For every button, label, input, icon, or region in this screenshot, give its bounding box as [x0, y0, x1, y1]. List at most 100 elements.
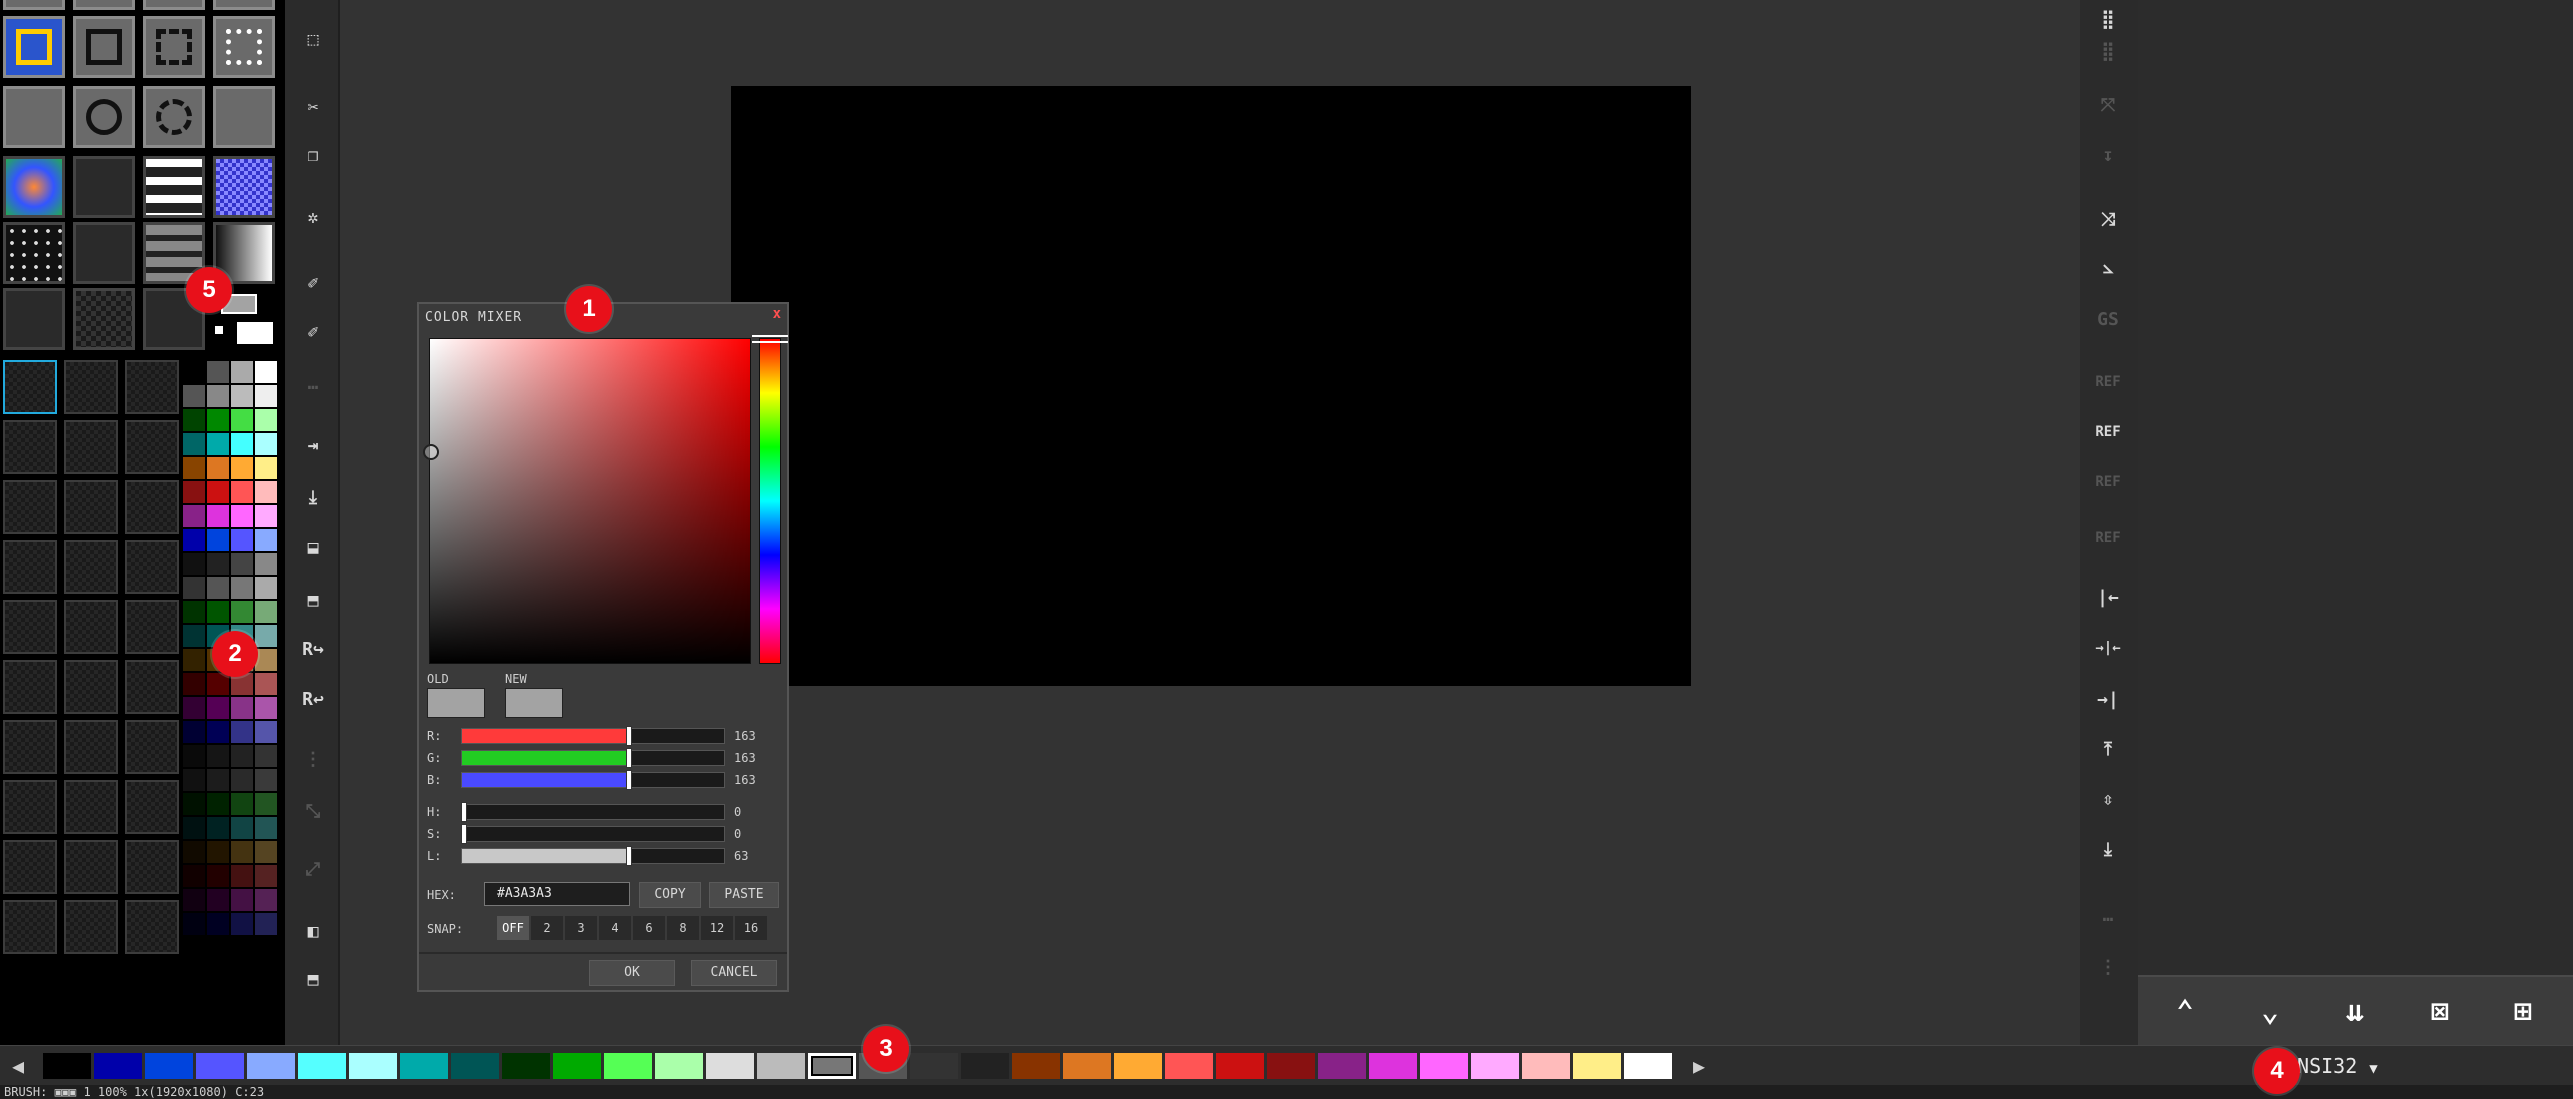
palette-color-swatch[interactable] [255, 361, 277, 383]
hue-slider[interactable] [752, 335, 788, 664]
palette-color-swatch[interactable] [255, 433, 277, 455]
colorize-tool-icon[interactable] [3, 156, 65, 218]
brush-slot[interactable] [125, 840, 179, 894]
toolbar-action-icon[interactable]: ❐ [293, 136, 333, 176]
toolbar-action-icon[interactable]: ⦣ [2088, 248, 2128, 288]
toolbar-action-icon[interactable]: →|← [2088, 628, 2128, 668]
palette-color-swatch[interactable] [255, 505, 277, 527]
toolbar-action-icon[interactable]: ◧ [293, 912, 333, 952]
palette-color-swatch[interactable] [255, 793, 277, 815]
palette-color-swatch[interactable] [207, 889, 229, 911]
palette-color-swatch[interactable] [400, 1053, 448, 1079]
picker-cursor[interactable] [423, 444, 439, 460]
palette-color-swatch[interactable] [94, 1053, 142, 1079]
palette-right-arrow-icon[interactable]: ▶ [1693, 1054, 1705, 1078]
palette-color-swatch[interactable] [655, 1053, 703, 1079]
palette-color-swatch[interactable] [1165, 1053, 1213, 1079]
palette-color-swatch[interactable] [255, 481, 277, 503]
toolbar-action-icon[interactable]: ⬒ [293, 581, 333, 621]
brush-slot[interactable] [3, 660, 57, 714]
slider-thumb[interactable] [626, 846, 633, 866]
toolbar-action-icon[interactable]: ⤨ [2088, 200, 2128, 240]
delete-layer-icon[interactable]: ⊠ [2413, 987, 2467, 1037]
brush-slot[interactable] [64, 720, 118, 774]
palette-color-swatch[interactable] [231, 841, 253, 863]
background-color-swatch[interactable] [237, 322, 273, 344]
palette-color-swatch[interactable] [231, 817, 253, 839]
snap-option[interactable]: 16 [735, 916, 767, 940]
toolbar-action-icon[interactable]: ⬚ [293, 20, 333, 60]
palette-tool-icon[interactable] [3, 16, 65, 78]
palette-color-swatch[interactable] [231, 889, 253, 911]
palette-color-swatch[interactable] [231, 745, 253, 767]
panel-tool-icon[interactable] [73, 222, 135, 284]
palette-color-swatch[interactable] [231, 913, 253, 935]
palette-color-swatch[interactable] [207, 529, 229, 551]
toolbar-action-icon[interactable]: ⤧ [2088, 86, 2128, 126]
toolbar-action-icon[interactable]: ⋯ [293, 368, 333, 408]
tool-icon[interactable] [213, 0, 275, 10]
palette-color-swatch[interactable] [255, 649, 277, 671]
palette-color-swatch[interactable] [255, 385, 277, 407]
toolbar-action-icon[interactable]: ⤒ [2088, 730, 2128, 770]
palette-color-swatch[interactable] [1216, 1053, 1264, 1079]
palette-color-swatch[interactable] [255, 697, 277, 719]
toolbar-action-icon[interactable]: |← [2088, 578, 2128, 618]
reset-colors-icon[interactable] [215, 326, 223, 334]
snap-option[interactable]: OFF [497, 916, 529, 940]
palette-color-swatch[interactable] [255, 865, 277, 887]
snap-option[interactable]: 6 [633, 916, 665, 940]
toolbar-action-icon[interactable]: REF [2088, 518, 2128, 558]
palette-color-swatch[interactable] [183, 673, 205, 695]
tool-icon[interactable] [73, 0, 135, 10]
palette-color-swatch[interactable] [255, 889, 277, 911]
grid-fine-tool-icon[interactable] [73, 288, 135, 350]
palette-color-swatch[interactable] [231, 505, 253, 527]
brush-slot[interactable] [3, 600, 57, 654]
toolbar-action-icon[interactable]: →| [2088, 680, 2128, 720]
brush-slot[interactable] [125, 900, 179, 954]
toolbar-action-icon[interactable]: REF [2088, 412, 2128, 452]
toolbar-action-icon[interactable]: ↧ [2088, 136, 2128, 176]
palette-color-swatch[interactable] [207, 361, 229, 383]
palette-color-swatch[interactable] [247, 1053, 295, 1079]
palette-color-swatch[interactable] [451, 1053, 499, 1079]
palette-color-swatch[interactable] [207, 577, 229, 599]
brush-slot[interactable] [64, 780, 118, 834]
palette-color-swatch[interactable] [757, 1053, 805, 1079]
palette-color-swatch[interactable] [207, 433, 229, 455]
palette-color-swatch[interactable] [255, 721, 277, 743]
palette-color-swatch[interactable] [196, 1053, 244, 1079]
add-layer-icon[interactable]: ⊞ [2496, 987, 2550, 1037]
palette-color-swatch[interactable] [183, 457, 205, 479]
toolbar-action-icon[interactable]: R↩ [293, 680, 333, 720]
palette-color-swatch[interactable] [183, 841, 205, 863]
toolbar-action-icon[interactable]: ✐ [293, 264, 333, 304]
palette-color-swatch[interactable] [1369, 1053, 1417, 1079]
palette-color-swatch[interactable] [207, 457, 229, 479]
toolbar-action-icon[interactable]: ⤓ [293, 478, 333, 518]
palette-color-swatch[interactable] [231, 409, 253, 431]
palette-color-swatch[interactable] [231, 457, 253, 479]
lines-tool-icon[interactable] [143, 156, 205, 218]
palette-color-swatch[interactable] [207, 673, 229, 695]
palette-color-swatch[interactable] [1420, 1053, 1468, 1079]
slider-thumb[interactable] [461, 802, 467, 822]
brush-slot[interactable] [64, 420, 118, 474]
palette-color-swatch[interactable] [231, 529, 253, 551]
toolbar-action-icon[interactable]: R↪ [293, 630, 333, 670]
brush-slot[interactable] [125, 360, 179, 414]
grid-tool-icon[interactable] [3, 288, 65, 350]
palette-color-swatch[interactable] [231, 865, 253, 887]
palette-color-swatch[interactable] [183, 409, 205, 431]
brush-slot[interactable] [125, 660, 179, 714]
palette-color-swatch[interactable] [1624, 1053, 1672, 1079]
palette-color-swatch[interactable] [207, 385, 229, 407]
palette-color-swatch[interactable] [183, 385, 205, 407]
toolbar-action-icon[interactable]: ⋯ [2088, 900, 2128, 940]
palette-color-swatch[interactable] [1318, 1053, 1366, 1079]
palette-color-swatch[interactable] [207, 793, 229, 815]
palette-color-swatch[interactable] [1522, 1053, 1570, 1079]
palette-color-swatch[interactable] [961, 1053, 1009, 1079]
toolbar-action-icon[interactable]: ⤡ [293, 792, 333, 832]
